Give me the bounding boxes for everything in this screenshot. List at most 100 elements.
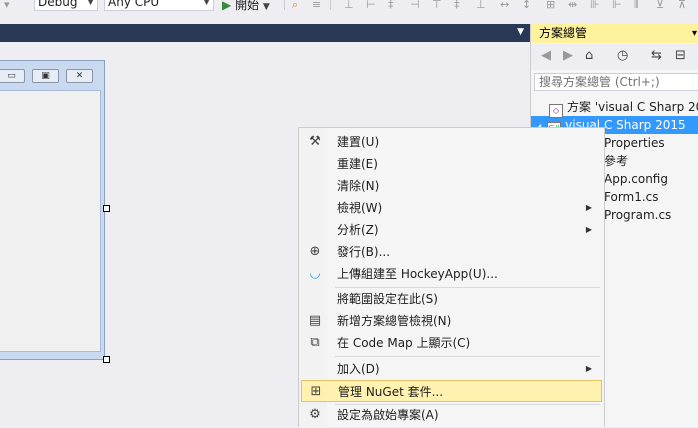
decrease-spacing-icon[interactable]: ⊩ — [612, 0, 622, 11]
tree-item-label: 參考 — [604, 154, 629, 168]
menu-item-rebuild[interactable]: 重建(E) — [301, 153, 602, 175]
back-icon[interactable]: ◀ — [541, 48, 551, 63]
maximize-icon: ▣ — [32, 69, 59, 83]
align-bottom-icon[interactable]: ⊥ — [476, 0, 486, 11]
menu-item-hockeyapp[interactable]: ◡ 上傳組建至 HockeyApp(U)... — [301, 263, 602, 285]
chevron-down-icon: ▼ — [87, 0, 94, 7]
align-top-icon[interactable]: ⊤ — [432, 0, 442, 11]
align-left-icon[interactable]: ⊢ — [366, 0, 376, 11]
horizontal-spacing-icon[interactable]: ⇹ — [568, 0, 577, 11]
tree-item-references[interactable]: 參考 — [604, 152, 628, 170]
menu-item-label: 在 Code Map 上顯示(C) — [337, 336, 471, 350]
toolbar-separator — [284, 0, 285, 10]
tree-item-label: Program.cs — [604, 208, 672, 222]
align-center-icon[interactable]: ‡ — [388, 0, 394, 11]
sync-icon[interactable]: ⇆ — [651, 48, 662, 63]
submenu-arrow-icon: ▶ — [585, 225, 592, 234]
menu-item-set-startup-project[interactable]: ⚙ 設定為啟始專案(A) — [301, 404, 602, 426]
menu-item-view[interactable]: 檢視(W) ▶ — [301, 197, 602, 219]
align-icon[interactable]: ⊥ — [344, 0, 354, 11]
increase-spacing-icon[interactable]: ⊪ — [590, 0, 600, 11]
document-tab-strip: ▼ — [0, 24, 530, 42]
menu-item-label: 重建(E) — [337, 157, 378, 171]
menu-item-label: 新增方案總管檢視(N) — [337, 314, 452, 328]
platform-value: Any CPU — [108, 0, 160, 9]
menu-item-label: 管理 NuGet 套件... — [338, 385, 444, 399]
solution-explorer-title-text: 方案總管 — [539, 26, 588, 40]
menu-item-label: 上傳組建至 HockeyApp(U)... — [337, 267, 498, 281]
menu-item-add[interactable]: 加入(D) ▶ — [301, 358, 602, 380]
menu-item-manage-nuget[interactable]: ⊞ 管理 NuGet 套件... — [301, 380, 602, 402]
resize-handle-bottom-right[interactable] — [103, 356, 110, 363]
center-horizontally-icon[interactable]: ⊼ — [678, 0, 686, 11]
forward-icon[interactable]: ▶ — [563, 48, 573, 63]
submenu-arrow-icon: ▶ — [585, 203, 592, 212]
resize-handle-right[interactable] — [103, 205, 110, 212]
submenu-arrow-icon: ▶ — [585, 364, 592, 373]
menu-item-label: 檢視(W) — [337, 201, 383, 215]
menu-item-analyze[interactable]: 分析(Z) ▶ — [301, 219, 602, 241]
menu-item-scope-to-this[interactable]: 將範圍設定在此(S) — [301, 288, 602, 310]
form-client-area[interactable] — [0, 90, 101, 352]
tree-item-label: App.config — [604, 172, 668, 186]
remove-spacing-icon[interactable]: ⫴ — [634, 0, 639, 12]
build-icon: ⚒ — [309, 134, 321, 149]
tree-item-label: 方案 'visual C Sharp 2015 — [567, 100, 698, 114]
minimize-icon: ▭ — [0, 69, 25, 83]
home-icon[interactable]: ⌂ — [585, 48, 593, 63]
tree-item-label: Properties — [604, 136, 665, 150]
tree-item-label: Form1.cs — [604, 190, 659, 204]
chevron-down-icon: ▼ — [262, 2, 270, 12]
close-icon: ✕ — [66, 69, 93, 83]
start-button[interactable]: ▶ 開始 ▼ — [222, 0, 270, 12]
menu-item-publish[interactable]: ⊕ 發行(B)... — [301, 241, 602, 263]
configuration-dropdown[interactable]: Debug ▼ — [34, 0, 98, 11]
chevron-down-icon: ▼ — [203, 0, 210, 7]
new-view-icon: ▤ — [308, 313, 322, 328]
pin-icon[interactable]: ▾ — [692, 24, 697, 43]
toolbar-separator — [330, 0, 331, 10]
menu-item-label: 發行(B)... — [337, 245, 391, 259]
code-map-icon: ⧉ — [310, 335, 320, 350]
dropdown-arrow-icon[interactable]: ▾ — [4, 0, 10, 11]
configuration-value: Debug — [38, 0, 78, 9]
start-label: 開始 — [235, 0, 260, 12]
size-to-grid-icon[interactable]: ⊞ — [546, 0, 555, 11]
platform-dropdown[interactable]: Any CPU ▼ — [104, 0, 214, 11]
play-icon: ▶ — [222, 0, 232, 12]
menu-item-clean[interactable]: 清除(N) — [301, 175, 602, 197]
menu-item-code-map[interactable]: ⧉ 在 Code Map 上顯示(C) — [301, 332, 602, 354]
menu-item-label: 分析(Z) — [337, 223, 379, 237]
globe-icon: ⊕ — [309, 244, 321, 259]
menu-item-label: 加入(D) — [337, 362, 380, 376]
toolbar-overflow-icon[interactable]: ≡ — [312, 0, 321, 11]
solution-explorer-toolbar: ◀ ▶ ⌂ ◷ ⇆ ⊟ — [531, 44, 698, 70]
same-height-icon[interactable]: ↕ — [522, 0, 531, 11]
history-icon[interactable]: ◷ — [617, 48, 628, 63]
align-right-icon[interactable]: ⊣ — [410, 0, 420, 11]
menu-item-label: 清除(N) — [337, 179, 380, 193]
same-width-icon[interactable]: ↔ — [500, 0, 509, 11]
tree-item-app-config[interactable]: App.config — [604, 170, 668, 188]
find-icon[interactable]: ⌕ — [292, 0, 298, 12]
vertical-spacing-icon[interactable]: ⊻ — [656, 0, 664, 11]
nuget-icon: ⊞ — [310, 384, 322, 399]
search-placeholder: 搜尋方案總管 (Ctrl+;) — [539, 75, 660, 89]
gear-icon: ⚙ — [309, 407, 321, 422]
hockeyapp-icon: ◡ — [309, 266, 321, 281]
tree-item-program[interactable]: Program.cs — [604, 206, 671, 224]
collapse-all-icon[interactable]: ⊟ — [675, 48, 686, 63]
solution-explorer-title: 方案總管 ▾ — [531, 24, 698, 43]
tree-item-solution[interactable]: ◇方案 'visual C Sharp 2015 — [549, 98, 698, 118]
solution-search-input[interactable]: 搜尋方案總管 (Ctrl+;) — [534, 73, 698, 91]
tree-item-form1[interactable]: Form1.cs — [604, 188, 659, 206]
menu-item-label: 建置(U) — [337, 135, 380, 149]
menu-item-label: 設定為啟始專案(A) — [337, 408, 439, 422]
align-middle-icon[interactable]: ‡ — [454, 0, 460, 11]
menu-item-label: 將範圍設定在此(S) — [337, 292, 438, 306]
tree-item-properties[interactable]: Properties — [604, 134, 665, 152]
menu-item-new-solution-view[interactable]: ▤ 新增方案總管檢視(N) — [301, 310, 602, 332]
tab-dropdown-icon[interactable]: ▼ — [517, 27, 524, 37]
menu-item-build[interactable]: ⚒ 建置(U) — [301, 131, 602, 153]
project-context-menu: ⚒ 建置(U) 重建(E) 清除(N) 檢視(W) ▶ 分析(Z) ▶ ⊕ 發行… — [298, 127, 605, 428]
